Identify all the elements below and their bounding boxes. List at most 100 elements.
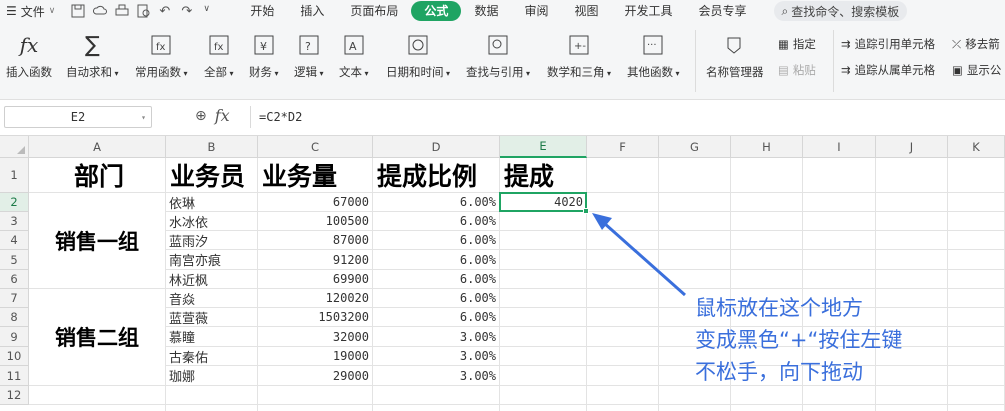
- autosum-button[interactable]: ∑ 自动求和 ▾: [66, 32, 119, 80]
- name-manager-button[interactable]: 名称管理器: [706, 32, 764, 80]
- tab-member[interactable]: 会员专享: [686, 0, 760, 22]
- table-header-cell[interactable]: 提成比例: [373, 158, 499, 192]
- table-header-cell[interactable]: 业务员: [166, 158, 257, 192]
- volume-cell[interactable]: 19000: [258, 347, 372, 365]
- salesperson-cell[interactable]: 蓝萱薇: [166, 308, 257, 327]
- row-header-9[interactable]: 9: [0, 327, 29, 347]
- merged-cell-group-2[interactable]: 销售二组: [29, 289, 165, 385]
- column-header-e[interactable]: E: [500, 136, 587, 158]
- table-header-cell[interactable]: 提成: [500, 158, 586, 192]
- chevron-down-icon[interactable]: ▾: [141, 113, 146, 122]
- tab-developer[interactable]: 开发工具: [611, 0, 685, 22]
- rate-cell[interactable]: 3.00%: [373, 366, 499, 385]
- name-box[interactable]: E2 ▾: [4, 106, 152, 128]
- salesperson-cell[interactable]: 水冰依: [166, 212, 257, 231]
- rate-cell[interactable]: 6.00%: [373, 308, 499, 326]
- rate-cell[interactable]: 6.00%: [373, 270, 499, 288]
- fx-icon[interactable]: fx: [215, 106, 230, 125]
- command-search[interactable]: ⌕ 查找命令、搜索模板: [773, 1, 908, 21]
- tab-page-layout[interactable]: 页面布局: [337, 0, 411, 22]
- logic-button[interactable]: ? 逻辑 ▾: [294, 32, 324, 80]
- volume-cell[interactable]: 120020: [258, 289, 372, 307]
- column-header-c[interactable]: C: [258, 136, 373, 158]
- salesperson-cell[interactable]: 林近枫: [166, 270, 257, 289]
- rate-cell[interactable]: 3.00%: [373, 327, 499, 346]
- tab-view[interactable]: 视图: [561, 0, 611, 22]
- finance-button[interactable]: ¥ 财务 ▾: [249, 32, 279, 80]
- salesperson-cell[interactable]: 珈娜: [166, 366, 257, 385]
- tab-formulas[interactable]: 公式: [411, 1, 462, 21]
- volume-cell[interactable]: 32000: [258, 327, 372, 346]
- remove-arrows-button[interactable]: ⤫ 移去箭: [952, 36, 1000, 52]
- datetime-button[interactable]: 日期和时间 ▾: [386, 32, 450, 80]
- zoom-lookup-icon[interactable]: ⊕: [195, 108, 207, 124]
- column-header-j[interactable]: J: [876, 136, 948, 158]
- rate-cell[interactable]: 6.00%: [373, 231, 499, 249]
- volume-cell[interactable]: 87000: [258, 231, 372, 249]
- specify-button[interactable]: ▦ 指定: [778, 36, 816, 52]
- row-header-7[interactable]: 7: [0, 289, 29, 308]
- save-icon[interactable]: [71, 4, 85, 18]
- volume-cell[interactable]: 67000: [258, 193, 372, 211]
- row-header-5[interactable]: 5: [0, 250, 29, 270]
- rate-cell[interactable]: 6.00%: [373, 193, 499, 211]
- row-header-1[interactable]: 1: [0, 158, 29, 193]
- fill-handle[interactable]: [583, 208, 589, 214]
- other-functions-button[interactable]: ··· 其他函数 ▾: [627, 32, 680, 80]
- insert-function-button[interactable]: fx 插入函数: [6, 32, 52, 80]
- column-header-f[interactable]: F: [587, 136, 659, 158]
- salesperson-cell[interactable]: 蓝雨汐: [166, 231, 257, 250]
- salesperson-cell[interactable]: 慕瞳: [166, 327, 257, 346]
- row-header-3[interactable]: 3: [0, 212, 29, 231]
- row-header-8[interactable]: 8: [0, 308, 29, 327]
- table-header-cell[interactable]: 业务量: [258, 158, 372, 192]
- volume-cell[interactable]: 1503200: [258, 308, 372, 326]
- common-functions-button[interactable]: fx 常用函数 ▾: [135, 32, 188, 80]
- merged-cell-group-1[interactable]: 销售一组: [29, 193, 165, 288]
- volume-cell[interactable]: 91200: [258, 250, 372, 269]
- select-all-corner[interactable]: [0, 136, 29, 158]
- file-menu[interactable]: ☰ 文件 ∨: [0, 0, 61, 22]
- row-header-2[interactable]: 2: [0, 193, 29, 212]
- paste-button[interactable]: ▤ 粘贴: [778, 62, 816, 78]
- math-button[interactable]: +- 数学和三角 ▾: [547, 32, 611, 80]
- volume-cell[interactable]: 69900: [258, 270, 372, 288]
- row-header-10[interactable]: 10: [0, 347, 29, 366]
- volume-cell[interactable]: 29000: [258, 366, 372, 385]
- tab-data[interactable]: 数据: [461, 0, 511, 22]
- salesperson-cell[interactable]: 依琳: [166, 193, 257, 212]
- column-header-k[interactable]: K: [948, 136, 1005, 158]
- salesperson-cell[interactable]: 古秦佑: [166, 347, 257, 366]
- print-preview-icon[interactable]: [137, 4, 151, 18]
- print-icon[interactable]: [115, 4, 129, 18]
- lookup-button[interactable]: 查找与引用 ▾: [466, 32, 530, 80]
- salesperson-cell[interactable]: 音焱: [166, 289, 257, 308]
- column-header-h[interactable]: H: [731, 136, 803, 158]
- column-header-i[interactable]: I: [803, 136, 876, 158]
- row-header-11[interactable]: 11: [0, 366, 29, 386]
- trace-dependents-button[interactable]: ⇉ 追踪从属单元格: [841, 62, 935, 78]
- row-header-6[interactable]: 6: [0, 270, 29, 289]
- cloud-sync-icon[interactable]: [93, 4, 108, 18]
- chevron-down-icon[interactable]: ∨: [203, 4, 217, 18]
- tab-home[interactable]: 开始: [237, 0, 287, 22]
- rate-cell[interactable]: 6.00%: [373, 212, 499, 230]
- row-header-12[interactable]: 12: [0, 386, 29, 405]
- show-formulas-button[interactable]: ▣ 显示公: [952, 62, 1001, 78]
- trace-precedents-button[interactable]: ⇉ 追踪引用单元格: [841, 36, 935, 52]
- rate-cell[interactable]: 3.00%: [373, 347, 499, 365]
- row-header-4[interactable]: 4: [0, 231, 29, 250]
- rate-cell[interactable]: 6.00%: [373, 250, 499, 269]
- undo-icon[interactable]: ↶: [159, 4, 173, 19]
- table-header-cell[interactable]: 部门: [29, 158, 165, 192]
- all-functions-button[interactable]: fx 全部 ▾: [204, 32, 234, 80]
- column-header-b[interactable]: B: [166, 136, 258, 158]
- column-header-d[interactable]: D: [373, 136, 500, 158]
- volume-cell[interactable]: 100500: [258, 212, 372, 230]
- text-button[interactable]: A 文本 ▾: [339, 32, 369, 80]
- rate-cell[interactable]: 6.00%: [373, 289, 499, 307]
- column-header-g[interactable]: G: [659, 136, 731, 158]
- tab-review[interactable]: 审阅: [511, 0, 561, 22]
- tab-insert[interactable]: 插入: [287, 0, 337, 22]
- formula-input[interactable]: =C2*D2: [250, 106, 1005, 128]
